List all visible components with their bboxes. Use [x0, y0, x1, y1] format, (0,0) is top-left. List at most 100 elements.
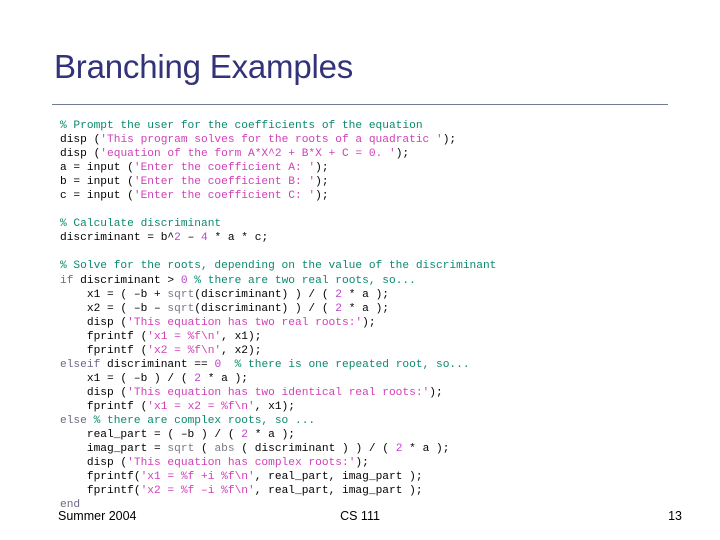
code-line: disp ('This program solves for the roots… [60, 133, 680, 147]
code-line: fprintf('x2 = %f –i %f\n', real_part, im… [60, 484, 680, 498]
code-line: x1 = ( –b + sqrt(discriminant) ) / ( 2 *… [60, 288, 680, 302]
code-line: % Calculate discriminant [60, 217, 680, 231]
code-token-plain: disp ( [60, 386, 128, 399]
code-token-plain: ( [194, 443, 215, 456]
code-token-plain: a = input ( [60, 162, 134, 175]
code-token-keyword: else [60, 414, 87, 427]
code-token-plain: ( discriminant ) ) / ( [234, 443, 396, 456]
code-token-plain: discriminant == [100, 358, 215, 371]
code-token-plain: (discriminant) ) / ( [194, 302, 336, 315]
code-line: % Solve for the roots, depending on the … [60, 259, 680, 273]
code-token-plain: * a ); [342, 302, 389, 315]
code-token-number: 2 [335, 288, 342, 301]
code-token-plain: c = input ( [60, 190, 134, 203]
code-token-plain: , x1); [221, 330, 262, 343]
code-token-number: 2 [174, 232, 181, 245]
code-token-plain: fprintf( [60, 471, 141, 484]
code-token-string: 'x1 = %f\n' [147, 330, 222, 343]
code-token-plain: * a ); [342, 288, 389, 301]
code-token-plain: discriminant > [73, 274, 181, 287]
code-line: elseif discriminant == 0 % there is one … [60, 358, 680, 372]
code-token-string: 'equation of the form A*X^2 + B*X + C = … [100, 148, 396, 161]
code-token-string: 'x2 = %f –i %f\n' [140, 485, 255, 498]
code-token-plain: fprintf( [60, 485, 141, 498]
code-token-plain: ); [315, 190, 329, 203]
code-token-keyword: elseif [60, 358, 101, 371]
code-block: % Prompt the user for the coefficients o… [60, 119, 680, 512]
code-line: fprintf ('x1 = %f\n', x1); [60, 330, 680, 344]
code-line: if discriminant > 0 % there are two real… [60, 274, 680, 288]
code-token-comment: % Calculate discriminant [60, 218, 222, 231]
code-line: c = input ('Enter the coefficient C: '); [60, 189, 680, 203]
code-token-plain: , real_part, imag_part ); [254, 471, 423, 484]
code-token-function: sqrt [167, 288, 195, 301]
code-token-plain: ); [395, 148, 410, 161]
code-token-plain: b = input ( [60, 176, 134, 189]
code-token-plain: ); [362, 316, 376, 329]
code-line: imag_part = sqrt ( abs ( discriminant ) … [60, 442, 680, 456]
code-token-number: 2 [241, 429, 248, 442]
code-line: x2 = ( –b – sqrt(discriminant) ) / ( 2 *… [60, 302, 680, 316]
code-token-plain: – [180, 232, 202, 245]
code-token-string: 'This program solves for the roots of a … [100, 134, 443, 147]
code-token-plain: x1 = ( –b + [60, 288, 168, 301]
code-token-plain: ); [315, 176, 329, 189]
code-token-plain: disp ( [60, 134, 101, 147]
code-token-plain: x1 = ( –b ) / ( [60, 372, 195, 385]
code-token-plain: (discriminant) ) / ( [194, 288, 336, 301]
code-line: x1 = ( –b ) / ( 2 * a ); [60, 372, 680, 386]
code-line: disp ('equation of the form A*X^2 + B*X … [60, 147, 680, 161]
footer-course: CS 111 [340, 509, 380, 523]
code-line: discriminant = b^2 – 4 * a * c; [60, 231, 680, 245]
code-token-plain: , x2); [221, 344, 262, 357]
code-token-plain: real_part = ( –b ) / ( [60, 429, 242, 442]
code-token-plain: discriminant = b^ [60, 232, 175, 245]
code-line: real_part = ( –b ) / ( 2 * a ); [60, 428, 680, 442]
code-token-string: 'This equation has complex roots:' [127, 457, 356, 470]
code-token-number: 2 [194, 372, 201, 385]
code-line: fprintf ('x1 = x2 = %f\n', x1); [60, 400, 680, 414]
code-token-plain: disp ( [60, 148, 101, 161]
footer-page-number: 13 [668, 509, 682, 523]
code-token-plain: x2 = ( –b – [60, 302, 168, 315]
code-line: else % there are complex roots, so ... [60, 414, 680, 428]
code-token-plain: * a * c; [207, 232, 269, 245]
code-token-string: 'x1 = %f +i %f\n' [140, 471, 255, 484]
code-token-plain: ); [429, 386, 443, 399]
code-token-plain: ); [442, 134, 457, 147]
code-line: fprintf('x1 = %f +i %f\n', real_part, im… [60, 470, 680, 484]
code-token-plain: fprintf ( [60, 330, 148, 343]
code-line: disp ('This equation has two real roots:… [60, 316, 680, 330]
slide: Branching Examples % Prompt the user for… [0, 0, 720, 540]
code-token-plain: disp ( [60, 316, 128, 329]
code-line: disp ('This equation has two identical r… [60, 386, 680, 400]
code-token-function: sqrt [167, 443, 195, 456]
code-token-string: 'x1 = x2 = %f\n' [147, 400, 255, 413]
code-line: a = input ('Enter the coefficient A: '); [60, 161, 680, 175]
code-token-comment: % there are two real roots, so... [194, 274, 416, 287]
code-token-plain: * a ); [201, 372, 248, 385]
code-line: disp ('This equation has complex roots:'… [60, 456, 680, 470]
slide-footer: Summer 2004 CS 111 13 [0, 509, 720, 531]
code-token-comment: % there is one repeated root, so... [234, 358, 470, 371]
code-token-string: 'Enter the coefficient B: ' [133, 176, 316, 189]
code-token-plain: , x1); [254, 400, 295, 413]
code-line: fprintf ('x2 = %f\n', x2); [60, 344, 680, 358]
code-token-plain: ); [355, 457, 369, 470]
code-token-string: 'Enter the coefficient A: ' [133, 162, 316, 175]
code-token-number: 0 [180, 274, 188, 287]
code-token-plain: fprintf ( [60, 344, 148, 357]
code-token-comment: % there are complex roots, so ... [93, 414, 316, 427]
code-line: % Prompt the user for the coefficients o… [60, 119, 680, 133]
code-token-string: 'This equation has two real roots:' [127, 316, 363, 329]
code-token-keyword: if [60, 274, 74, 287]
code-token-string: 'This equation has two identical real ro… [127, 386, 430, 399]
code-token-number: 4 [201, 232, 208, 245]
code-token-comment: % Solve for the roots, depending on the … [60, 260, 497, 273]
code-token-function: sqrt [167, 302, 195, 315]
code-token-plain: * a ); [402, 443, 450, 456]
